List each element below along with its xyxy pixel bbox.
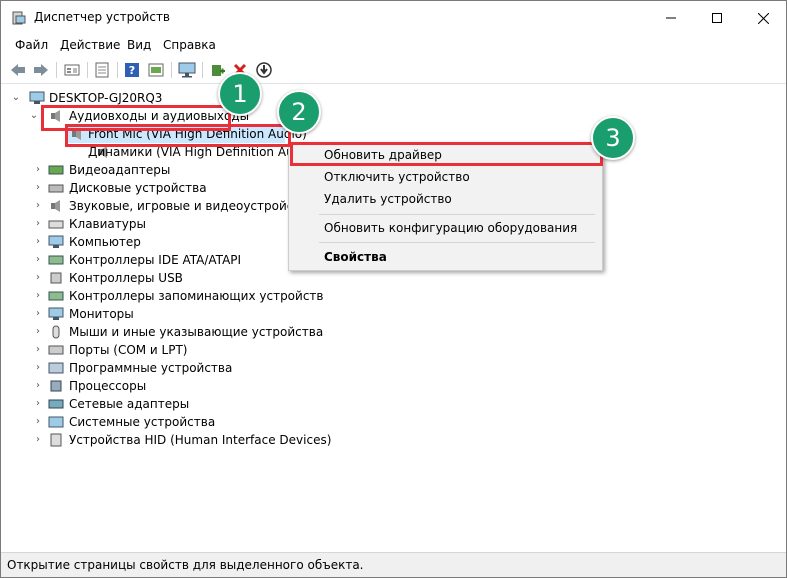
menu-bar: Файл Действие Вид Справка (1, 35, 786, 57)
device-manager-window: Диспетчер устройств Файл Действие Вид Сп… (0, 0, 787, 578)
close-button[interactable] (740, 1, 786, 35)
usb-icon (50, 272, 62, 284)
add-driver-icon (212, 65, 225, 76)
menu-divider (319, 242, 595, 243)
title-bar[interactable]: Диспетчер устройств (1, 1, 786, 35)
step-badge-2: 2 (277, 90, 321, 134)
ide-controller-icon (48, 255, 64, 265)
tree-item-category[interactable]: › Клавиатуры (1, 215, 301, 233)
chevron-right-icon[interactable]: › (33, 287, 43, 305)
menu-file[interactable]: Файл (15, 38, 48, 52)
chevron-right-icon[interactable]: › (33, 359, 43, 377)
download-button[interactable] (255, 61, 273, 79)
chevron-right-icon[interactable]: › (33, 323, 43, 341)
tree-item-category[interactable]: › Звуковые, игровые и видеоустройства (1, 197, 315, 215)
keyboard-icon (48, 220, 64, 229)
add-driver-button[interactable] (209, 61, 227, 79)
system-device-icon (48, 416, 64, 428)
status-text: Открытие страницы свойств для выделенног… (7, 558, 364, 572)
highlight-box-update-driver (290, 142, 603, 166)
tree-item-category[interactable]: › Компьютер (1, 233, 301, 251)
menu-action[interactable]: Действие (60, 38, 120, 52)
chevron-right-icon[interactable]: › (33, 413, 43, 431)
maximize-button[interactable] (694, 1, 740, 35)
tree-item-category[interactable]: › Мыши и иные указывающие устройства (1, 323, 323, 341)
chevron-right-icon[interactable]: › (33, 197, 43, 215)
chevron-right-icon[interactable]: › (33, 395, 43, 413)
disk-icon (48, 184, 64, 193)
window-title: Диспетчер устройств (34, 10, 171, 24)
properties-icon (95, 62, 109, 78)
back-button[interactable] (9, 61, 27, 79)
help-icon: ? (125, 63, 139, 77)
toolbar: ? (1, 57, 786, 84)
port-icon (48, 345, 64, 355)
chevron-right-icon[interactable]: › (33, 233, 43, 251)
processor-icon (50, 380, 62, 392)
scan-hardware-item[interactable]: Обновить конфигурацию оборудования (289, 217, 602, 239)
tree-item-category[interactable]: › Сетевые адаптеры (1, 395, 301, 413)
hid-icon (50, 433, 62, 447)
update-icon (148, 63, 164, 77)
chevron-right-icon[interactable]: › (33, 377, 43, 395)
storage-controller-icon (48, 291, 64, 301)
tree-item-category[interactable]: › Контроллеры IDE ATA/ATAPI (1, 251, 301, 269)
tree-item-category[interactable]: › Процессоры (1, 377, 301, 395)
status-bar: Открытие страницы свойств для выделенног… (1, 552, 786, 577)
tree-item-category[interactable]: › Системные устройства (1, 413, 301, 431)
download-icon (256, 62, 272, 78)
update-hardware-button[interactable] (147, 61, 165, 79)
back-icon (11, 64, 25, 76)
menu-view[interactable]: Вид (127, 38, 151, 52)
forward-button[interactable] (32, 61, 50, 79)
step-badge-1: 1 (218, 72, 262, 116)
device-manager-icon (12, 11, 26, 25)
monitor-icon (48, 307, 64, 320)
properties-item[interactable]: Свойства (289, 246, 602, 268)
svg-text:?: ? (129, 64, 135, 77)
network-adapter-icon (48, 399, 64, 409)
disable-device-item[interactable]: Отключить устройство (289, 166, 602, 188)
chevron-right-icon[interactable]: › (33, 215, 43, 233)
computer-icon (48, 235, 64, 248)
minimize-icon (666, 17, 676, 19)
chevron-down-icon[interactable]: ⌄ (29, 107, 39, 125)
tree-item-category[interactable]: › Устройства HID (Human Interface Device… (1, 431, 331, 449)
monitor-icon (178, 62, 196, 78)
tree-item-category[interactable]: › Контроллеры запоминающих устройств (1, 287, 323, 305)
chevron-right-icon[interactable]: › (33, 269, 43, 287)
chevron-down-icon[interactable]: ⌄ (11, 89, 21, 107)
software-device-icon (48, 362, 64, 374)
properties-button[interactable] (93, 61, 111, 79)
display-adapter-icon (48, 165, 64, 175)
mouse-icon (52, 325, 60, 339)
minimize-button[interactable] (648, 1, 694, 35)
tree-item-category[interactable]: › Дисковые устройства (1, 179, 301, 197)
highlight-box-front-mic (65, 124, 291, 147)
chevron-right-icon[interactable]: › (33, 251, 43, 269)
show-hidden-button[interactable] (63, 61, 81, 79)
tree-item-category[interactable]: › Порты (COM и LPT) (1, 341, 301, 359)
tree-item-category[interactable]: › Видеоадаптеры (1, 161, 301, 179)
tree-item-category[interactable]: › Программные устройства (1, 359, 301, 377)
maximize-icon (712, 13, 722, 23)
tree-item-category[interactable]: › Контроллеры USB (1, 269, 301, 287)
computer-icon (29, 91, 45, 104)
chevron-right-icon[interactable]: › (33, 161, 43, 179)
chevron-right-icon[interactable]: › (33, 305, 43, 323)
close-icon (757, 12, 769, 24)
tree-item-category[interactable]: › Мониторы (1, 305, 301, 323)
chevron-right-icon[interactable]: › (33, 341, 43, 359)
menu-help[interactable]: Справка (163, 38, 216, 52)
chevron-right-icon[interactable]: › (33, 431, 43, 449)
monitor-button[interactable] (178, 61, 196, 79)
forward-icon (34, 64, 48, 76)
uninstall-device-item[interactable]: Удалить устройство (289, 188, 602, 210)
chevron-right-icon[interactable]: › (33, 179, 43, 197)
help-button[interactable]: ? (123, 61, 141, 79)
show-hidden-icon (64, 64, 80, 76)
menu-divider (319, 214, 595, 215)
step-badge-3: 3 (591, 116, 635, 160)
sound-icon (51, 200, 60, 212)
